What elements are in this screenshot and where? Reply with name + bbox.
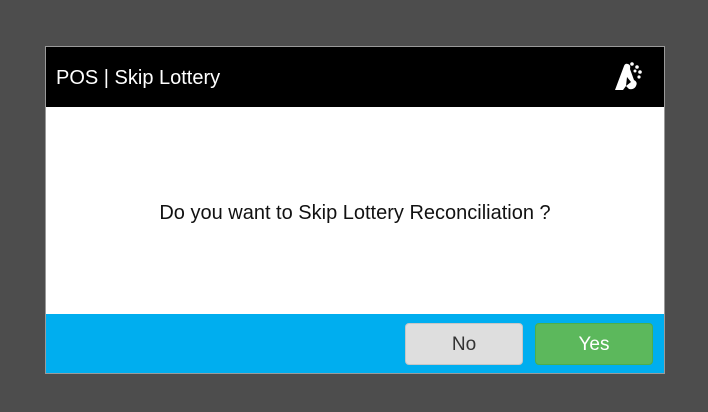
- no-button[interactable]: No: [405, 323, 523, 365]
- dialog-footer: No Yes: [46, 314, 664, 373]
- skip-lottery-dialog: POS | Skip Lottery Do you want to Skip L…: [45, 46, 665, 374]
- confirmation-message: Do you want to Skip Lottery Reconciliati…: [159, 202, 551, 224]
- brand-logo-icon: [612, 60, 644, 92]
- yes-button[interactable]: Yes: [535, 323, 653, 365]
- dialog-body: Do you want to Skip Lottery Reconciliati…: [46, 107, 664, 314]
- dialog-title: POS | Skip Lottery: [56, 67, 221, 89]
- dialog-titlebar: POS | Skip Lottery: [46, 47, 664, 107]
